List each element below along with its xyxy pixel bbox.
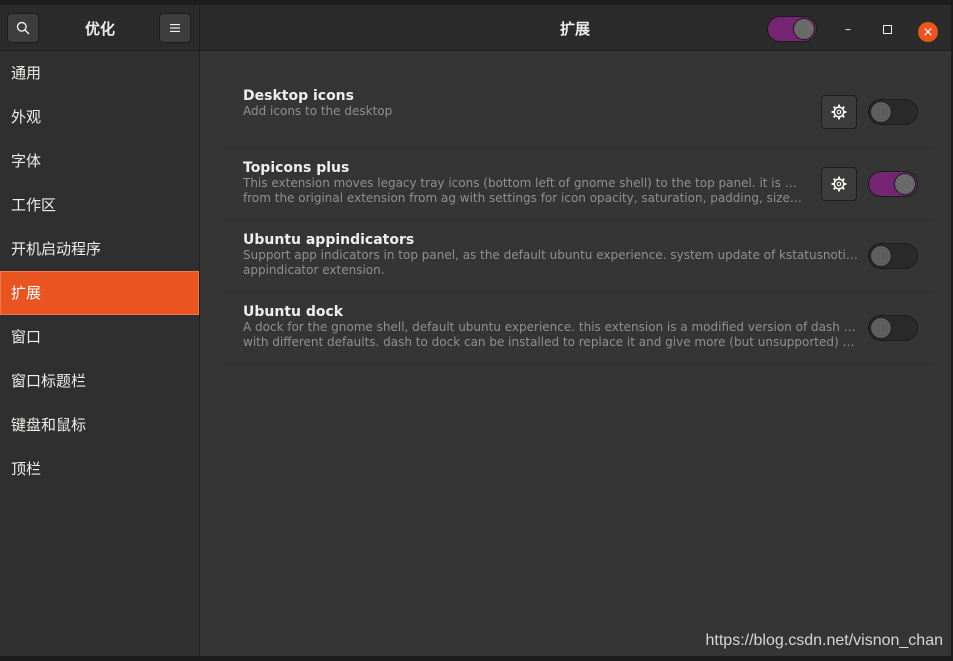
extension-toggle[interactable] [868,171,918,197]
sidebar-item-top-bar[interactable]: 顶栏 [0,447,199,491]
switch-knob [894,173,916,195]
sidebar-item-startup-applications[interactable]: 开机启动程序 [0,227,199,271]
sidebar-item-workspaces[interactable]: 工作区 [0,183,199,227]
search-button[interactable] [7,13,39,43]
extensions-list: Desktop icons Add icons to the desktop T… [200,51,951,656]
extension-title: Desktop icons [243,88,354,104]
sidebar: 通用 外观 字体 工作区 开机启动程序 扩展 窗口 窗口标题栏 键盘和鼠标 顶栏 [0,51,200,656]
switch-knob [870,245,892,267]
sidebar-item-windows[interactable]: 窗口 [0,315,199,359]
hamburger-menu-icon [170,24,180,32]
extension-description-line1: This extension moves legacy tray icons (… [243,176,803,190]
close-icon: × [922,24,934,40]
extension-settings-button[interactable] [821,167,857,201]
search-icon [16,21,30,35]
extension-settings-button[interactable] [821,95,857,129]
extension-title: Ubuntu appindicators [243,232,415,248]
sidebar-item-extensions[interactable]: 扩展 [0,271,199,315]
maximize-icon [882,24,892,34]
extension-description-line2: from the original extension from ag with… [243,191,803,205]
sidebar-header: 优化 [0,5,200,51]
bottom-desktop-strip [0,656,953,661]
extension-title: Topicons plus [243,160,350,176]
switch-knob [870,317,892,339]
extension-description-line1: Support app indicators in top panel, as … [243,248,858,262]
minimize-button[interactable]: – [838,19,858,39]
switch-knob [870,101,892,123]
extension-row-topicons-plus: Topicons plus This extension moves legac… [222,149,932,221]
extension-description-line2: appindicator extension. [243,263,385,277]
gear-icon [831,176,847,192]
extension-description-line1: Add icons to the desktop [243,104,393,118]
header-bar: 优化 扩展 – × [0,5,951,51]
extension-title: Ubuntu dock [243,304,344,320]
sidebar-item-fonts[interactable]: 字体 [0,139,199,183]
close-button[interactable]: × [918,22,938,42]
watermark: https://blog.csdn.net/visnon_chan [705,632,944,649]
sidebar-title: 优化 [84,20,115,38]
extension-toggle[interactable] [868,243,918,269]
minimize-icon: – [845,22,851,36]
extension-description-line1: A dock for the gnome shell, default ubun… [243,320,858,334]
sidebar-item-general[interactable]: 通用 [0,51,199,95]
sidebar-item-keyboard-mouse[interactable]: 键盘和鼠标 [0,403,199,447]
global-extensions-switch[interactable] [767,16,817,42]
extension-toggle[interactable] [868,315,918,341]
sidebar-item-appearance[interactable]: 外观 [0,95,199,139]
extension-toggle[interactable] [868,99,918,125]
tweaks-window: 优化 扩展 – × 通用 外观 字体 工作区 开机启动程序 扩展 窗口 窗口标题… [0,5,951,656]
switch-knob [793,18,815,40]
gear-icon [831,104,847,120]
extension-row-ubuntu-dock: Ubuntu dock A dock for the gnome shell, … [222,293,932,365]
page-title: 扩展 [559,20,590,38]
extension-row-ubuntu-appindicators: Ubuntu appindicators Support app indicat… [222,221,932,293]
extension-description-line2: with different defaults. dash to dock ca… [243,335,858,349]
sidebar-item-window-titlebars[interactable]: 窗口标题栏 [0,359,199,403]
extension-row-desktop-icons: Desktop icons Add icons to the desktop [222,77,932,149]
menu-button[interactable] [159,13,191,43]
maximize-button[interactable] [877,19,897,39]
